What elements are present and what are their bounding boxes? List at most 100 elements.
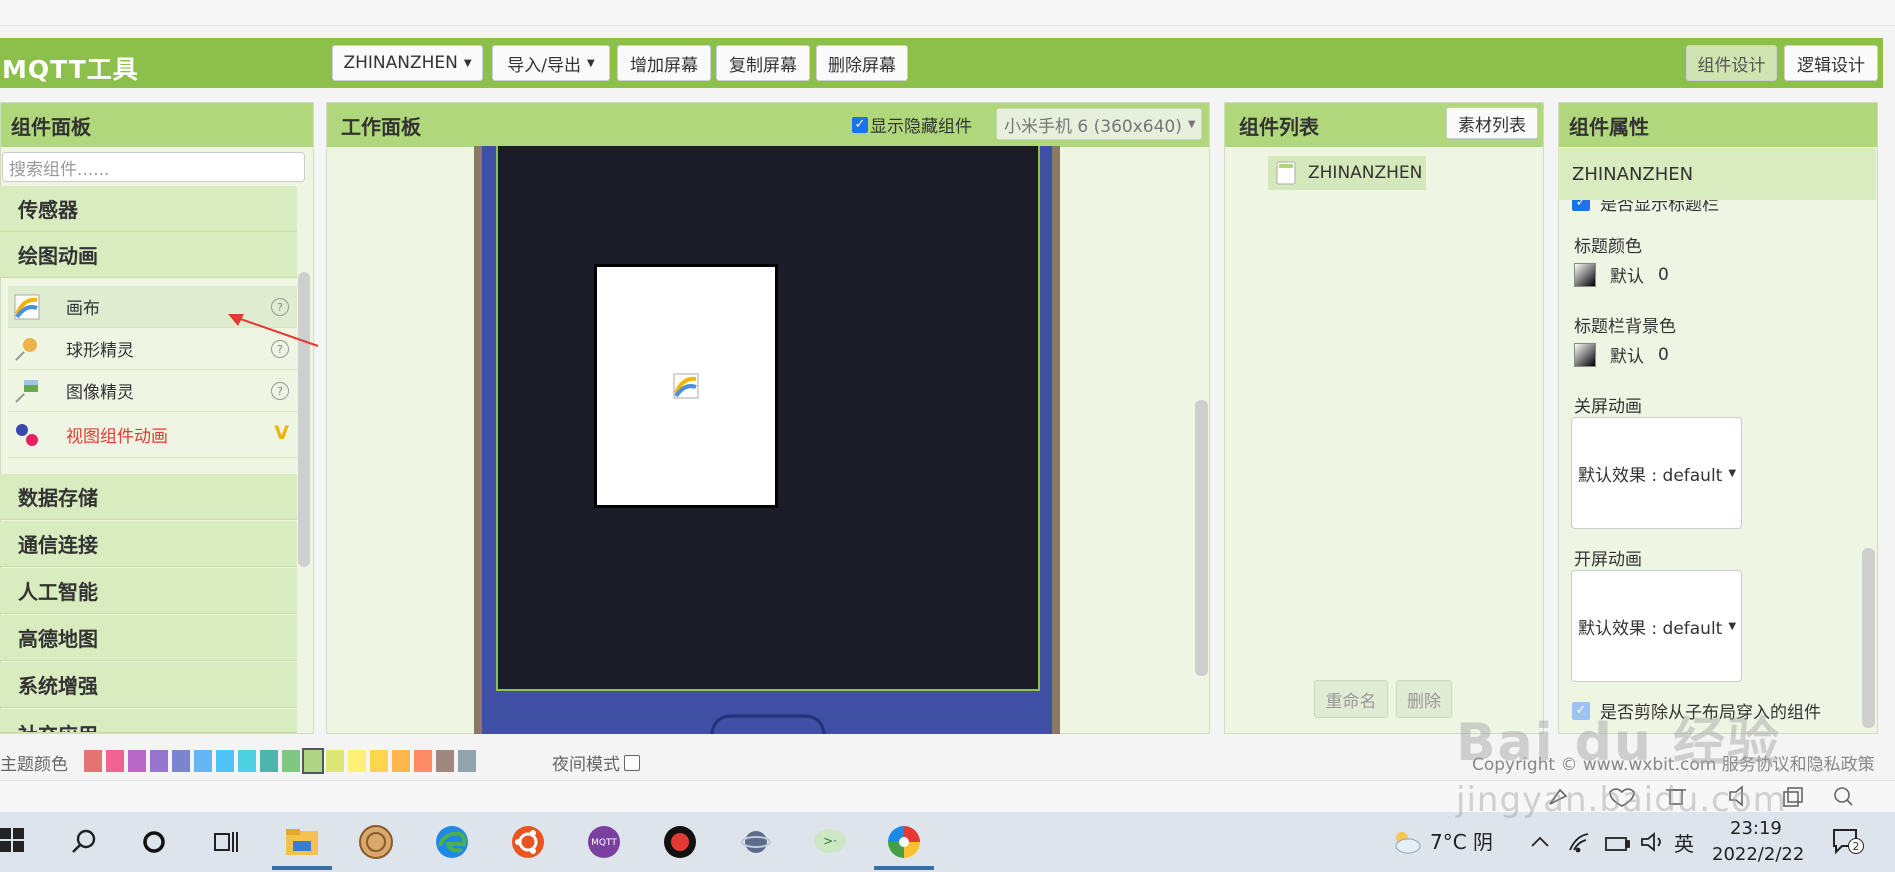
component-design-button[interactable]: 组件设计 xyxy=(1686,45,1777,81)
theme-swatch[interactable] xyxy=(216,750,234,772)
theme-swatch[interactable] xyxy=(106,750,124,772)
category-system[interactable]: 系统增强 xyxy=(0,662,297,708)
search-icon[interactable] xyxy=(64,822,104,862)
theme-swatch[interactable] xyxy=(436,750,454,772)
windows-start-icon[interactable] xyxy=(0,828,24,852)
logic-design-button[interactable]: 逻辑设计 xyxy=(1784,45,1878,81)
open-animation-select[interactable]: 默认效果 : default ▼ xyxy=(1571,570,1742,682)
clock-date[interactable]: 2022/2/22 xyxy=(1712,844,1804,865)
network-globe-icon[interactable] xyxy=(736,822,776,862)
theme-swatch[interactable] xyxy=(302,748,324,774)
component-list-panel: 组件列表 xyxy=(1224,102,1544,734)
titlebar-bg-picker[interactable]: 默认 0 xyxy=(1574,342,1669,367)
phone-home-button-icon xyxy=(710,714,826,734)
rename-button[interactable]: 重命名 xyxy=(1314,680,1388,718)
open-animation-value: 默认效果 : default xyxy=(1578,618,1723,639)
assets-list-button[interactable]: 素材列表 xyxy=(1446,107,1538,139)
category-communication[interactable]: 通信连接 xyxy=(0,521,297,567)
palette-item-label: 视图组件动画 xyxy=(66,427,168,447)
cortana-icon[interactable] xyxy=(134,822,174,862)
color-swatch xyxy=(1574,262,1596,287)
palette-item-label: 图像精灵 xyxy=(66,383,134,403)
file-explorer-icon[interactable] xyxy=(282,822,322,862)
category-drawing-animation[interactable]: 绘图动画 xyxy=(0,232,297,278)
palette-item-image-sprite[interactable]: 图像精灵 ? xyxy=(8,370,297,412)
title-color-picker[interactable]: 默认 0 xyxy=(1574,262,1669,287)
theme-swatch[interactable] xyxy=(172,750,190,772)
category-sensors[interactable]: 传感器 xyxy=(0,186,297,232)
category-ai[interactable]: 人工智能 xyxy=(0,568,297,614)
theme-swatch[interactable] xyxy=(370,750,388,772)
browser-top-strip xyxy=(0,0,1895,26)
active-indicator xyxy=(874,866,934,870)
system-tray-icons[interactable] xyxy=(1530,830,1670,854)
baidu-watermark-url: jingyan.baidu.com xyxy=(1456,780,1787,820)
category-amap[interactable]: 高德地图 xyxy=(0,615,297,661)
notification-count: 2 xyxy=(1848,838,1864,854)
palette-item-label: 画布 xyxy=(66,299,100,319)
edge-browser-icon[interactable] xyxy=(432,822,472,862)
theme-swatch[interactable] xyxy=(84,750,102,772)
app-seal-icon[interactable] xyxy=(356,822,396,862)
svg-text:>·: >· xyxy=(823,834,837,848)
device-select[interactable]: 小米手机 6 (360x640) ▼ xyxy=(996,108,1202,140)
weather-widget[interactable]: 7°C 阴 xyxy=(1390,826,1493,855)
title-color-value: 默认 xyxy=(1610,267,1644,287)
record-icon[interactable] xyxy=(660,822,700,862)
delete-screen-button[interactable]: 删除屏幕 xyxy=(816,45,908,81)
chat-app-icon[interactable]: >· xyxy=(810,822,850,862)
pinwheel-app-icon[interactable] xyxy=(884,822,924,862)
theme-swatch[interactable] xyxy=(392,750,410,772)
help-icon[interactable]: ? xyxy=(271,382,289,400)
mqtt-app-icon[interactable]: MQTT xyxy=(584,822,624,862)
close-animation-value: 默认效果 : default xyxy=(1578,465,1723,486)
theme-swatch[interactable] xyxy=(150,750,168,772)
show-titlebar-label: 是否显示标题栏 xyxy=(1600,198,1719,214)
project-select-label: ZHINANZHEN xyxy=(343,53,458,73)
theme-swatch[interactable] xyxy=(238,750,256,772)
search-input[interactable]: 搜索组件...... xyxy=(2,152,305,182)
notification-center[interactable]: 2 xyxy=(1832,828,1864,856)
cloud-sun-icon xyxy=(1395,831,1421,853)
clock-time[interactable]: 23:19 xyxy=(1730,818,1782,839)
properties-scrollbar[interactable] xyxy=(1862,548,1875,728)
title-color-number: 0 xyxy=(1658,264,1669,285)
night-mode-checkbox[interactable] xyxy=(624,754,640,771)
titlebar-bg-value: 默认 xyxy=(1610,347,1644,367)
baidu-watermark-logo: Bai du 经验 xyxy=(1456,713,1781,773)
palette-item-view-animation[interactable]: 视图组件动画 V xyxy=(8,412,297,458)
category-data-storage[interactable]: 数据存储 xyxy=(0,474,297,520)
task-view-icon[interactable] xyxy=(206,822,246,862)
project-select[interactable]: ZHINANZHEN ▼ xyxy=(332,45,483,81)
ime-indicator[interactable]: 英 xyxy=(1674,828,1694,857)
workspace-scrollbar[interactable] xyxy=(1195,400,1208,676)
category-social[interactable]: 社交应用 xyxy=(0,709,297,733)
copy-screen-button[interactable]: 复制屏幕 xyxy=(716,45,810,81)
add-screen-button[interactable]: 增加屏幕 xyxy=(617,45,711,81)
theme-swatch[interactable] xyxy=(260,750,278,772)
close-animation-label: 关屏动画 xyxy=(1574,397,1642,417)
close-animation-select[interactable]: 默认效果 : default ▼ xyxy=(1571,417,1742,529)
theme-swatch[interactable] xyxy=(458,750,476,772)
properties-title: 组件属性 xyxy=(1559,103,1877,147)
import-export-label: 导入/导出 xyxy=(507,55,582,76)
show-hidden-checkbox[interactable]: ✓ 显示隐藏组件 xyxy=(852,112,972,137)
night-mode-toggle[interactable]: 夜间模式 xyxy=(552,750,640,775)
theme-swatch[interactable] xyxy=(282,750,300,772)
theme-swatch[interactable] xyxy=(348,750,366,772)
theme-swatch[interactable] xyxy=(326,750,344,772)
tree-item-label: ZHINANZHEN xyxy=(1308,163,1423,183)
ubuntu-icon[interactable] xyxy=(508,822,548,862)
import-export-button[interactable]: 导入/导出 ▼ xyxy=(492,45,610,81)
theme-swatch[interactable] xyxy=(194,750,212,772)
delete-button[interactable]: 删除 xyxy=(1396,680,1452,718)
theme-swatch[interactable] xyxy=(128,750,146,772)
theme-swatch[interactable] xyxy=(414,750,432,772)
chevron-down-icon: ▼ xyxy=(1187,118,1196,130)
view-animation-icon xyxy=(16,423,38,446)
tree-item-screen[interactable]: ZHINANZHEN xyxy=(1268,156,1426,190)
device-select-label: 小米手机 6 (360x640) xyxy=(1004,116,1182,137)
canvas-component[interactable] xyxy=(594,264,778,508)
show-hidden-label: 显示隐藏组件 xyxy=(870,117,972,137)
show-titlebar-checkbox[interactable]: ✓ 是否显示标题栏 xyxy=(1572,198,1719,214)
